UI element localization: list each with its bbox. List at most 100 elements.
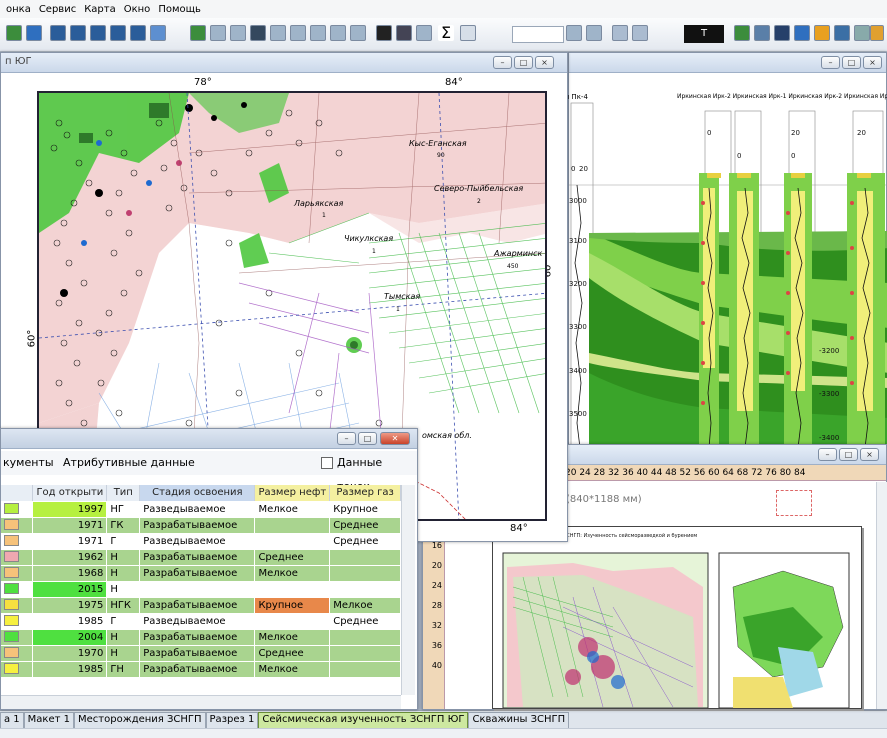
binoculars-icon[interactable]	[376, 25, 392, 41]
horizontal-scrollbar[interactable]	[1, 695, 401, 709]
layer-icon[interactable]	[190, 25, 206, 41]
close-button[interactable]: ×	[863, 56, 882, 69]
ruler-label: 40	[431, 661, 442, 670]
minimize-button[interactable]: –	[493, 56, 512, 69]
tool-icon[interactable]	[632, 25, 648, 41]
tool-icon[interactable]	[26, 25, 42, 41]
grid-icon[interactable]	[110, 25, 126, 41]
point-data-checkbox[interactable]	[321, 457, 333, 469]
maximize-button[interactable]: □	[839, 448, 858, 461]
menu-item-service[interactable]: Сервис	[35, 4, 80, 15]
menu-item-help[interactable]: Помощь	[154, 4, 205, 15]
tool-icon[interactable]	[6, 25, 22, 41]
dropdown-icon[interactable]	[566, 25, 582, 41]
check-icon[interactable]	[586, 25, 602, 41]
image-icon[interactable]	[250, 25, 266, 41]
table-row[interactable]: 2004 Н Разрабатываемое Мелкое	[1, 629, 401, 646]
table-row[interactable]: 1968 Н Разрабатываемое Мелкое	[1, 565, 401, 582]
vertical-scrollbar[interactable]	[401, 485, 415, 695]
layer-icon[interactable]	[310, 25, 326, 41]
table-row[interactable]: 1985 Г Разведываемое Среднее	[1, 613, 401, 630]
tool-icon[interactable]	[854, 25, 870, 41]
menu-item-map[interactable]: Карта	[80, 4, 120, 15]
tool-icon[interactable]	[612, 25, 628, 41]
document-tab[interactable]: Месторождения ЗСНГП	[74, 712, 206, 728]
table-row[interactable]: 1985 ГН Разрабатываемое Мелкое	[1, 661, 401, 678]
document-tab[interactable]: Макет 1	[23, 712, 74, 728]
close-button[interactable]: ×	[535, 56, 554, 69]
well-section-canvas[interactable]: 3000 3100 3200 3300 3400 3500 -3200 -330…	[569, 73, 887, 448]
swatch-cell	[1, 581, 34, 598]
table-row[interactable]: 1997 НГ Разведываемое Мелкое Крупное	[1, 501, 401, 518]
layer-icon[interactable]	[210, 25, 226, 41]
document-tab[interactable]: а 1	[0, 712, 24, 728]
table-row[interactable]: 1970 Н Разрабатываемое Среднее	[1, 645, 401, 662]
layer-icon[interactable]	[330, 25, 346, 41]
column-header[interactable]: Год открыти	[32, 485, 108, 502]
chart-icon[interactable]	[460, 25, 476, 41]
map-bottom-lon-label: 84°	[510, 523, 528, 534]
table-row[interactable]: 1971 Г Разведываемое Среднее	[1, 533, 401, 550]
table-row[interactable]: 1971 ГК Разрабатываемое Среднее	[1, 517, 401, 534]
close-button[interactable]: ×	[860, 448, 879, 461]
stage-cell: Разведываемое	[139, 533, 256, 550]
color-swatch	[4, 583, 19, 595]
layer-icon[interactable]	[230, 25, 246, 41]
sheet-preview	[502, 552, 850, 709]
menu-item-window[interactable]: Окно	[120, 4, 155, 15]
menu-item-file[interactable]: онка	[2, 4, 35, 15]
zoom-out-icon[interactable]	[416, 25, 432, 41]
year-value: 1968	[77, 567, 104, 579]
maximize-button[interactable]: □	[358, 432, 377, 445]
column-header[interactable]: Размер газ	[329, 485, 401, 502]
document-tab[interactable]: Разрез 1	[205, 712, 259, 728]
column-header[interactable]: Стадия освоения	[139, 485, 256, 502]
attr-table-wrap: Год открыти Тип Стадия освоения Размер н…	[1, 485, 401, 695]
tool-icon[interactable]	[754, 25, 770, 41]
table-row[interactable]: 2015 Н	[1, 581, 401, 598]
zoom-icon[interactable]	[396, 25, 412, 41]
settings-icon[interactable]	[150, 25, 166, 41]
tool-icon[interactable]	[870, 25, 884, 41]
type-cell: Г	[106, 613, 141, 630]
close-button[interactable]: ✕	[380, 432, 410, 445]
tab-documents[interactable]: кументы	[3, 456, 54, 469]
maximize-button[interactable]: □	[514, 56, 533, 69]
text-tool-button[interactable]: T	[684, 25, 724, 43]
grid-icon[interactable]	[130, 25, 146, 41]
tool-icon[interactable]	[794, 25, 810, 41]
tool-icon[interactable]	[734, 25, 750, 41]
minimize-button[interactable]: –	[337, 432, 356, 445]
oil-size-cell: Мелкое	[254, 629, 331, 646]
vertical-scrollbar[interactable]	[876, 482, 887, 709]
document-tab[interactable]: Скважины ЗСНГП	[468, 712, 570, 728]
grid-icon[interactable]	[50, 25, 66, 41]
layer-icon[interactable]	[290, 25, 306, 41]
tool-icon[interactable]	[774, 25, 790, 41]
attribute-window: – □ ✕ кументы Атрибутивные данные Данные…	[0, 428, 418, 710]
maximize-button[interactable]: □	[842, 56, 861, 69]
tab-attribute-data[interactable]: Атрибутивные данные	[63, 456, 195, 469]
layer-icon[interactable]	[350, 25, 366, 41]
grid-icon[interactable]	[90, 25, 106, 41]
color-swatch	[4, 503, 19, 515]
color-swatch	[4, 663, 19, 675]
sum-icon[interactable]: Σ	[438, 25, 454, 41]
document-tab[interactable]: Сейсмическая изученность ЗСНГП ЮГ	[258, 712, 469, 728]
minimize-button[interactable]: –	[818, 448, 837, 461]
column-header[interactable]: Тип	[106, 485, 141, 502]
tool-icon[interactable]	[814, 25, 830, 41]
oil-size-cell	[254, 581, 331, 598]
layer-icon[interactable]	[270, 25, 286, 41]
oil-size-cell	[254, 613, 331, 630]
table-row[interactable]: 1975 НГК Разрабатываемое Крупное Мелкое	[1, 597, 401, 614]
oil-size-cell: Мелкое	[254, 661, 331, 678]
tool-icon[interactable]	[834, 25, 850, 41]
grid-icon[interactable]	[70, 25, 86, 41]
table-row[interactable]: 1962 Н Разрабатываемое Среднее	[1, 549, 401, 566]
gas-size-cell	[329, 661, 401, 678]
minimize-button[interactable]: –	[821, 56, 840, 69]
style-select[interactable]	[512, 26, 564, 43]
column-header[interactable]: Размер нефт	[254, 485, 331, 502]
column-header[interactable]	[1, 485, 34, 502]
